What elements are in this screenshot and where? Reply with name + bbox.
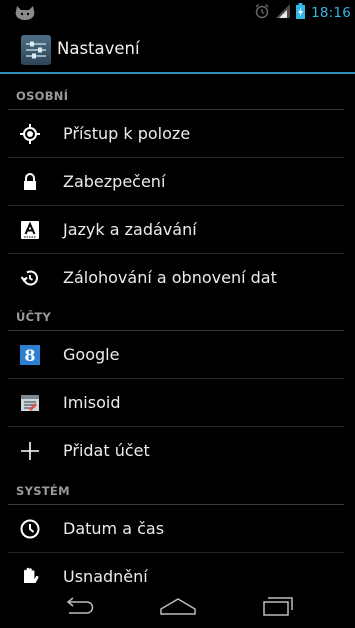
settings-item-google[interactable]: 8 Google bbox=[8, 331, 344, 379]
page-title: Nastavení bbox=[57, 39, 140, 58]
settings-item-imisoid[interactable]: Imisoid bbox=[8, 379, 344, 427]
settings-item-label: Imisoid bbox=[63, 393, 121, 412]
settings-item-backup-reset[interactable]: Zálohování a obnovení dat bbox=[8, 254, 344, 302]
home-icon[interactable] bbox=[148, 583, 208, 628]
action-bar: Nastavení bbox=[0, 25, 355, 74]
location-icon bbox=[19, 123, 41, 145]
google-icon: 8 bbox=[19, 344, 41, 366]
settings-item-label: Zabezpečení bbox=[63, 172, 166, 191]
section-header-personal: OSOBNÍ bbox=[8, 80, 344, 110]
recents-icon[interactable] bbox=[248, 583, 308, 628]
back-icon[interactable] bbox=[48, 583, 108, 628]
settings-item-label: Datum a čas bbox=[63, 519, 165, 538]
settings-item-security[interactable]: Zabezpečení bbox=[8, 158, 344, 206]
keyboard-a-icon bbox=[19, 219, 41, 241]
section-header-label: ÚČTY bbox=[16, 310, 52, 324]
clock-icon bbox=[19, 518, 41, 540]
settings-item-label: Google bbox=[63, 345, 120, 364]
section-header-system: SYSTÉM bbox=[8, 475, 344, 505]
android-cat-icon bbox=[14, 5, 36, 20]
section-header-label: SYSTÉM bbox=[16, 484, 70, 498]
imisoid-icon bbox=[19, 392, 41, 414]
settings-sliders-icon[interactable] bbox=[21, 35, 51, 65]
signal-icon bbox=[276, 3, 291, 22]
settings-item-location[interactable]: Přístup k poloze bbox=[8, 110, 344, 158]
svg-text:8: 8 bbox=[24, 346, 35, 365]
settings-item-date-time[interactable]: Datum a čas bbox=[8, 505, 344, 553]
status-bar: 18:16 bbox=[0, 0, 355, 25]
alarm-icon bbox=[254, 3, 270, 23]
settings-item-label: Přidat účet bbox=[63, 441, 150, 460]
navigation-bar bbox=[0, 583, 355, 628]
settings-item-label: Jazyk a zadávání bbox=[63, 220, 197, 239]
settings-item-add-account[interactable]: Přidat účet bbox=[8, 427, 344, 475]
settings-item-label: Přístup k poloze bbox=[63, 124, 191, 143]
section-header-accounts: ÚČTY bbox=[8, 301, 344, 331]
battery-charging-icon bbox=[296, 2, 306, 23]
backup-restore-icon bbox=[19, 267, 41, 289]
section-header-label: OSOBNÍ bbox=[16, 89, 69, 103]
clock-time: 18:16 bbox=[311, 4, 351, 21]
plus-icon bbox=[19, 440, 41, 462]
lock-icon bbox=[19, 171, 41, 193]
settings-item-language-input[interactable]: Jazyk a zadávání bbox=[8, 206, 344, 254]
settings-item-label: Zálohování a obnovení dat bbox=[63, 268, 277, 287]
